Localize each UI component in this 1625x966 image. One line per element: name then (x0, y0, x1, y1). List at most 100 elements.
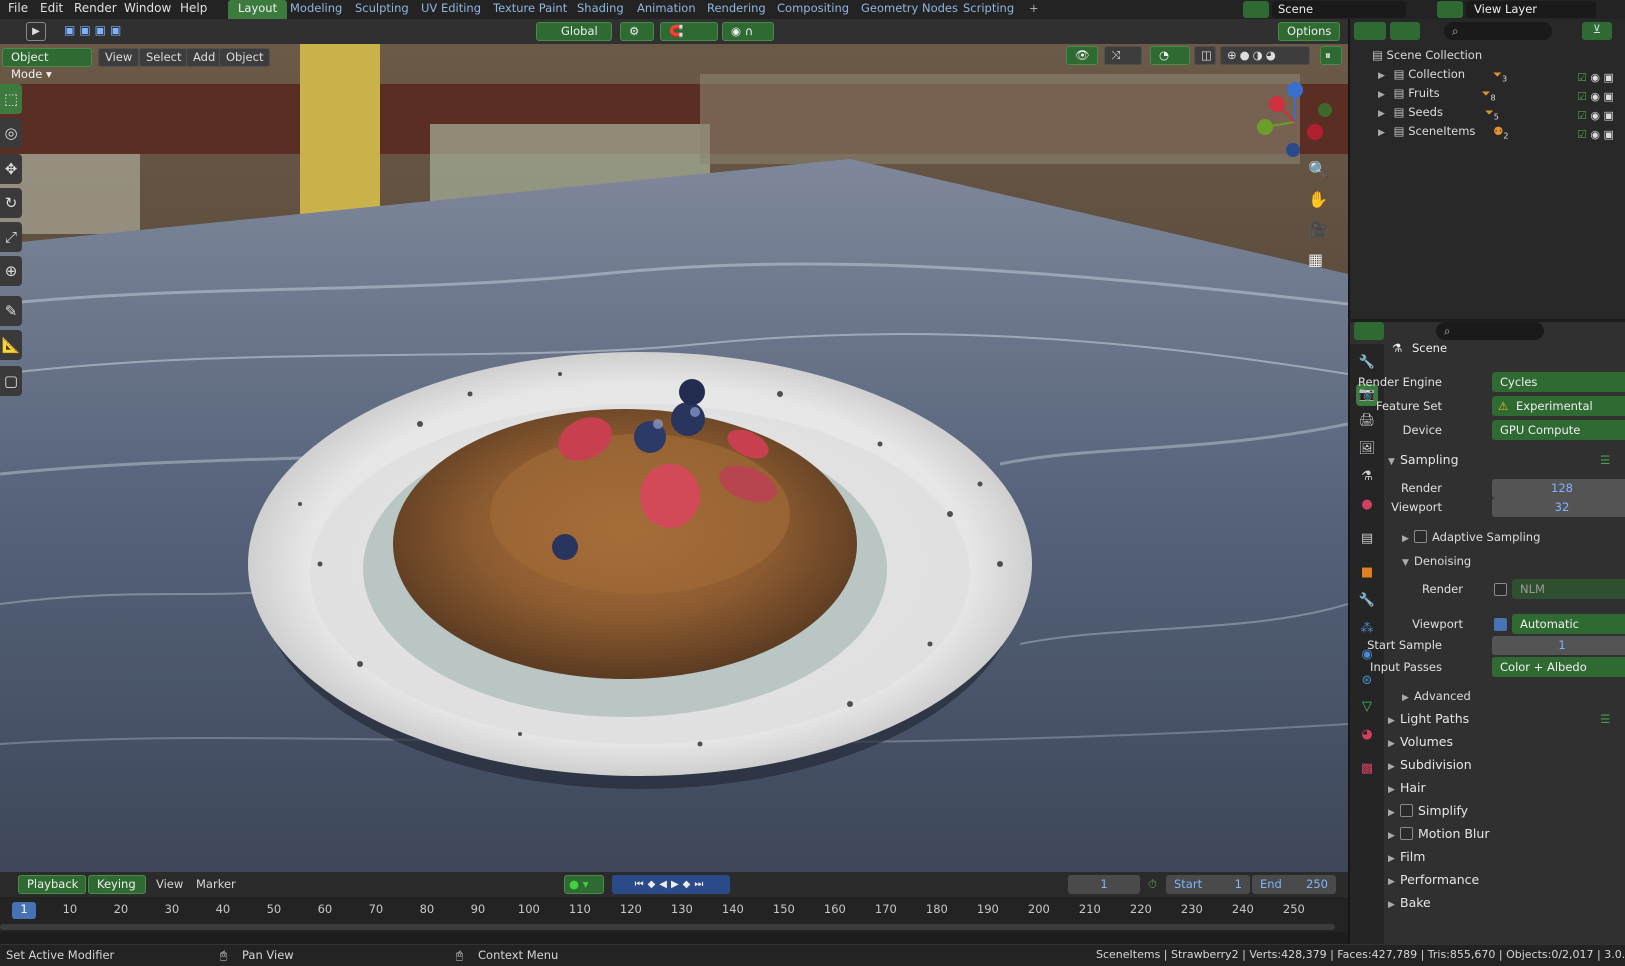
collection-tab-icon[interactable]: ▤ (1356, 528, 1378, 550)
data-tab-icon[interactable]: ▽ (1356, 696, 1378, 718)
annotate-tool-icon[interactable]: ✎ (0, 296, 22, 326)
stopwatch-icon[interactable]: ⏱ (1148, 875, 1157, 894)
simplify-panel-header[interactable]: ▶ Simplify (1388, 800, 1468, 822)
editor-type-icon[interactable] (1354, 322, 1384, 340)
simplify-checkbox[interactable] (1400, 804, 1413, 817)
motion-blur-checkbox[interactable] (1400, 827, 1413, 840)
camera-icon[interactable]: ▣ (1603, 128, 1613, 141)
denoise-render-checkbox[interactable] (1494, 583, 1507, 596)
expand-icon[interactable]: ▶ (1378, 123, 1390, 143)
display-mode-icon[interactable] (1390, 22, 1420, 40)
eye-icon[interactable]: ◉ (1590, 128, 1600, 141)
view-layer-selector[interactable]: View Layer (1466, 1, 1596, 18)
timeline-marker-menu[interactable]: Marker (196, 875, 236, 894)
record-icon[interactable]: ● ▾ (564, 875, 604, 894)
advanced-subpanel-header[interactable]: ▶ Advanced (1402, 686, 1471, 706)
checkbox-icon[interactable]: ☑ (1577, 71, 1587, 84)
tab-rendering[interactable]: Rendering (697, 0, 776, 19)
view-layer-tab-icon[interactable]: 🖼 (1356, 438, 1378, 460)
camera-icon[interactable]: 🎥 (1308, 220, 1328, 239)
start-sample-field[interactable]: 1 (1492, 636, 1625, 655)
tab-shading[interactable]: Shading (567, 0, 634, 19)
outliner-item[interactable]: ▶ ▤ Collection ⏷3 (1378, 64, 1507, 84)
scale-tool-icon[interactable]: ⤢ (0, 222, 22, 252)
filter-icon[interactable]: ⊻ (1582, 22, 1612, 40)
modifier-tab-icon[interactable]: 🔧 (1356, 590, 1378, 612)
scene-tab-icon[interactable]: ⚗ (1356, 466, 1378, 488)
current-frame-field[interactable]: 1 (1068, 875, 1140, 894)
preset-list-icon[interactable]: ☰ (1600, 453, 1610, 467)
menu-window[interactable]: Window (124, 0, 171, 19)
timeline-view-menu[interactable]: View (156, 875, 183, 894)
gizmo-icon[interactable]: ⤨ (1104, 46, 1142, 65)
move-tool-icon[interactable]: ✥ (0, 154, 22, 184)
playback-controls[interactable]: ⏮◆◀▶◆⏭ (612, 875, 730, 894)
denoise-viewport-dropdown[interactable]: Automatic (1512, 614, 1625, 634)
menu-edit[interactable]: Edit (40, 0, 63, 19)
grid-icon[interactable]: ▦ (1308, 250, 1323, 269)
pan-hand-icon[interactable]: ✋ (1308, 190, 1328, 209)
timeline-scrollbar[interactable] (0, 924, 1335, 930)
scene-icon[interactable] (1243, 1, 1269, 18)
view-menu[interactable]: View (98, 48, 140, 67)
rotate-tool-icon[interactable]: ↻ (0, 188, 22, 218)
properties-search-icon[interactable]: ⌕ (1436, 322, 1544, 340)
tab-uv-editing[interactable]: UV Editing (411, 0, 491, 19)
outliner-item[interactable]: ▶ ▤ Seeds ⏷5 (1378, 102, 1499, 122)
start-frame-field[interactable]: Start 1 (1166, 875, 1250, 894)
cursor-tool-icon[interactable]: ◎ (0, 118, 22, 148)
object-tab-icon[interactable]: ■ (1356, 562, 1378, 584)
input-passes-dropdown[interactable]: Color + Albedo (1492, 657, 1625, 677)
render-samples-field[interactable]: 128 (1492, 479, 1625, 498)
select-box-tool-icon[interactable]: ⬚ (0, 84, 22, 114)
subdivision-panel-header[interactable]: ▶ Subdivision (1388, 754, 1472, 776)
object-menu[interactable]: Object (219, 48, 271, 67)
add-workspace-button[interactable]: + (1019, 0, 1049, 19)
tab-animation[interactable]: Animation (627, 0, 706, 19)
select-tool-icon[interactable]: ▶ (26, 22, 46, 41)
selection-mode-icons[interactable]: ▣▣▣▣ (64, 23, 158, 40)
preset-list-icon[interactable]: ☰ (1600, 712, 1610, 726)
performance-panel-header[interactable]: ▶ Performance (1388, 869, 1479, 891)
tool-tab-icon[interactable]: 🔧 (1356, 352, 1378, 374)
adaptive-sampling-checkbox[interactable] (1414, 530, 1427, 543)
render-engine-dropdown[interactable]: Cycles (1492, 372, 1625, 392)
feature-set-dropdown[interactable]: Experimental (1492, 396, 1625, 416)
sampling-panel-header[interactable]: ▼ Sampling (1388, 449, 1459, 471)
viewport-samples-field[interactable]: 32 (1492, 498, 1625, 517)
menu-render[interactable]: Render (74, 0, 117, 19)
output-tab-icon[interactable]: 🖨 (1356, 410, 1378, 432)
scene-collection-row[interactable]: ▤ Scene Collection (1372, 45, 1482, 65)
zoom-icon[interactable]: 🔍 (1308, 160, 1328, 179)
editor-type-icon[interactable] (1354, 22, 1386, 40)
xray-icon[interactable]: ◫ (1194, 46, 1216, 65)
tab-compositing[interactable]: Compositing (767, 0, 859, 19)
snap-icon[interactable]: 🧲 (660, 22, 718, 41)
bake-panel-header[interactable]: ▶ Bake (1388, 892, 1431, 914)
motion-blur-panel-header[interactable]: ▶ Motion Blur (1388, 823, 1489, 845)
camera-icon[interactable]: ▣ (1603, 90, 1613, 103)
adaptive-sampling-row[interactable]: ▶ Adaptive Sampling (1402, 527, 1540, 547)
tab-sculpting[interactable]: Sculpting (345, 0, 419, 19)
view-layer-icon[interactable] (1437, 1, 1463, 18)
measure-tool-icon[interactable]: 📐 (0, 330, 22, 360)
pivot-icon[interactable]: ⚙ (620, 22, 654, 41)
transform-tool-icon[interactable]: ⊕ (0, 256, 22, 286)
hair-panel-header[interactable]: ▶ Hair (1388, 777, 1426, 799)
select-menu[interactable]: Select (139, 48, 189, 67)
outliner-item[interactable]: ▶ ▤ Fruits ⏷8 (1378, 83, 1496, 103)
material-tab-icon[interactable]: ◕ (1356, 724, 1378, 746)
film-panel-header[interactable]: ▶ Film (1388, 846, 1425, 868)
end-frame-field[interactable]: End 250 (1252, 875, 1336, 894)
shading-mode-icons[interactable]: ⊕●◑◕ (1220, 46, 1310, 65)
proportional-edit-icon[interactable]: ◉ ∩ (722, 22, 774, 41)
tab-geometry-nodes[interactable]: Geometry Nodes (851, 0, 968, 19)
denoising-subpanel-header[interactable]: ▼ Denoising (1402, 551, 1471, 571)
tab-layout[interactable]: Layout (228, 0, 288, 19)
eye-icon[interactable]: ◉ (1590, 109, 1600, 122)
texture-tab-icon[interactable]: ▩ (1356, 758, 1378, 780)
scene-selector[interactable]: Scene (1272, 1, 1406, 18)
light-paths-panel-header[interactable]: ▶ Light Paths (1388, 708, 1469, 730)
denoise-viewport-checkbox[interactable] (1494, 618, 1507, 631)
menu-file[interactable]: File (8, 0, 28, 19)
